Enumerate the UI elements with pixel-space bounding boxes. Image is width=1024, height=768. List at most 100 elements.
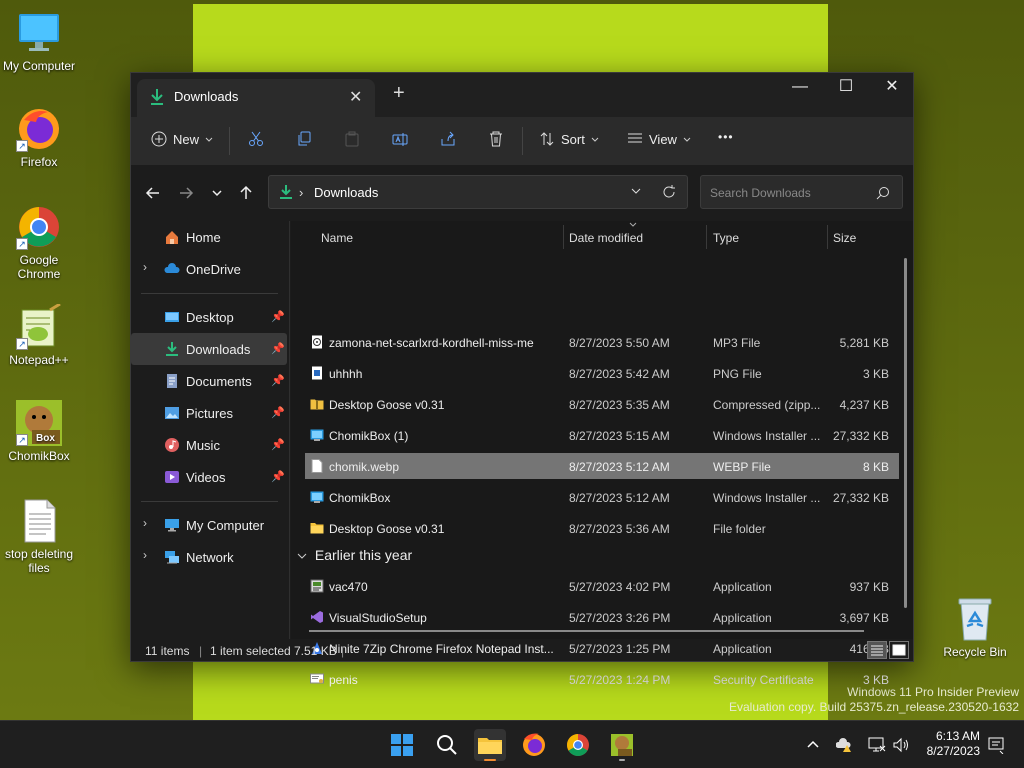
delete-button[interactable]	[488, 131, 504, 147]
column-resize-handle[interactable]	[706, 225, 707, 249]
video-icon	[165, 471, 179, 483]
sidebar-item-desktop[interactable]: Desktop 📌	[131, 301, 287, 333]
rename-button[interactable]	[392, 131, 408, 147]
desktop-icon-chomikbox[interactable]: Box ↗ ChomikBox	[1, 400, 77, 463]
desktop-icon-my-computer[interactable]: My Computer	[1, 10, 77, 73]
item-count: 11 items	[145, 644, 190, 658]
title-bar[interactable]: Downloads ✕ + — ☐ ✕	[131, 73, 913, 117]
file-row[interactable]: VisualStudioSetup 5/27/2023 3:26 PM Applic…	[305, 604, 899, 630]
pin-icon: 📌	[271, 407, 285, 419]
paste-button[interactable]	[344, 131, 360, 147]
copy-button[interactable]	[296, 131, 312, 147]
new-tab-button[interactable]: +	[393, 83, 405, 103]
refresh-icon[interactable]	[661, 184, 677, 200]
chevron-right-icon[interactable]: ›	[143, 260, 147, 274]
recent-locations-chevron-icon[interactable]	[207, 183, 227, 203]
network-status-icon[interactable]	[868, 737, 886, 753]
horizontal-scrollbar[interactable]	[309, 630, 864, 632]
file-row[interactable]: ChomikBox 8/27/2023 5:12 AM Windows Instal…	[305, 484, 899, 510]
share-button[interactable]	[440, 131, 456, 147]
chevron-right-icon[interactable]: ›	[143, 516, 147, 530]
column-header-type[interactable]: Type	[713, 231, 739, 245]
onedrive-warning-icon[interactable]	[836, 737, 854, 753]
file-row[interactable]: uhhhh 8/27/2023 5:42 AM PNG File 3 KB	[305, 360, 899, 386]
file-type: MP3 File	[713, 336, 761, 350]
network-icon	[165, 551, 179, 564]
sort-button[interactable]: Sort	[539, 131, 599, 147]
up-arrow-icon[interactable]	[236, 183, 256, 203]
file-row[interactable]: Desktop Goose v0.31 8/27/2023 5:35 AM Comp…	[305, 391, 899, 417]
rename-icon	[392, 133, 408, 146]
file-row[interactable]: chomik.webp 8/27/2023 5:12 AM WEBP File 8 K…	[305, 453, 899, 479]
file-name: Desktop Goose v0.31	[329, 398, 445, 412]
chevron-right-icon[interactable]: ›	[143, 548, 147, 562]
desktop-icon-label: My Computer	[2, 59, 76, 73]
sidebar-item-downloads[interactable]: Downloads 📌	[131, 333, 287, 365]
search-box[interactable]: Search Downloads	[700, 175, 903, 209]
desktop-icon-recycle-bin[interactable]: Recycle Bin	[937, 596, 1013, 659]
tab-close-button[interactable]: ✕	[349, 87, 362, 107]
column-resize-handle[interactable]	[563, 225, 564, 249]
volume-icon[interactable]	[892, 737, 910, 753]
tab-downloads[interactable]: Downloads ✕	[137, 79, 375, 117]
show-hidden-icons-chevron-icon[interactable]	[805, 737, 821, 753]
sidebar-item-music[interactable]: Music 📌	[131, 429, 287, 461]
file-row[interactable]: penis 5/27/2023 1:24 PM Security Certifica…	[305, 666, 899, 692]
file-row[interactable]: zamona-net-scarlxrd-kordhell-miss-me 8/27…	[305, 329, 899, 355]
taskbar-search-button[interactable]	[430, 729, 462, 761]
large-icons-view-icon	[892, 644, 906, 656]
sidebar-item-label: Desktop	[186, 310, 234, 325]
file-row[interactable]: Desktop Goose v0.31 8/27/2023 5:36 AM File…	[305, 515, 899, 541]
cut-button[interactable]	[248, 131, 264, 147]
sidebar-item-videos[interactable]: Videos 📌	[131, 461, 287, 493]
taskbar-file-explorer[interactable]	[474, 729, 506, 761]
forward-arrow-icon[interactable]	[176, 183, 196, 203]
large-icons-view-button[interactable]	[889, 641, 909, 659]
vertical-scrollbar[interactable]	[904, 258, 907, 608]
sidebar-item-pictures[interactable]: Pictures 📌	[131, 397, 287, 429]
desktop-icon-label: stop deleting files	[4, 547, 74, 575]
file-size: 27,332 KB	[832, 491, 889, 505]
details-view-button[interactable]	[867, 641, 887, 659]
notifications-icon[interactable]	[988, 736, 1006, 754]
chevron-down-icon[interactable]	[629, 184, 643, 198]
shortcut-arrow-icon: ↗	[16, 434, 28, 446]
desktop-icon-firefox[interactable]: ↗ Firefox	[1, 106, 77, 169]
file-type: Security Certificate	[713, 673, 814, 687]
sidebar-item-documents[interactable]: Documents 📌	[131, 365, 287, 397]
file-size: 3 KB	[862, 673, 889, 687]
breadcrumb-downloads[interactable]: Downloads	[314, 185, 378, 200]
firefox-icon	[523, 733, 545, 756]
pane-divider[interactable]	[289, 221, 290, 639]
column-header-size[interactable]: Size	[833, 231, 856, 245]
column-header-date[interactable]: Date modified	[569, 231, 643, 245]
view-button[interactable]: View	[627, 131, 691, 147]
maximize-button[interactable]: ☐	[823, 73, 869, 103]
address-bar[interactable]: › Downloads	[268, 175, 688, 209]
minimize-button[interactable]: —	[777, 73, 823, 103]
group-header-earlier-this-year[interactable]: Earlier this year	[297, 547, 412, 563]
taskbar-chomikbox[interactable]	[606, 729, 638, 761]
desktop-icon-label: Google Chrome	[17, 253, 61, 281]
start-button[interactable]	[386, 729, 418, 761]
column-resize-handle[interactable]	[827, 225, 828, 249]
new-button[interactable]: New	[151, 131, 213, 147]
breadcrumb-separator[interactable]: ›	[299, 185, 303, 200]
see-more-button[interactable]: •••	[718, 130, 734, 144]
close-window-button[interactable]: ✕	[869, 73, 915, 103]
file-size: 937 KB	[849, 580, 889, 594]
desktop-icon-chrome[interactable]: ↗ Google Chrome	[1, 204, 77, 281]
taskbar-firefox[interactable]	[518, 729, 550, 761]
taskbar-clock[interactable]: 6:13 AM 8/27/2023	[916, 729, 980, 759]
sidebar-item-my-computer[interactable]: › My Computer	[131, 509, 287, 541]
desktop-icon-text-file[interactable]: stop deleting files	[1, 498, 77, 575]
sidebar-item-home[interactable]: Home	[131, 221, 287, 253]
sidebar-item-onedrive[interactable]: › OneDrive	[131, 253, 287, 285]
column-header-name[interactable]: Name	[321, 231, 353, 245]
sidebar-item-network[interactable]: › Network	[131, 541, 287, 573]
taskbar-chrome[interactable]	[562, 729, 594, 761]
file-row[interactable]: ChomikBox (1) 8/27/2023 5:15 AM Windows In…	[305, 422, 899, 448]
back-arrow-icon[interactable]	[143, 183, 163, 203]
file-row[interactable]: vac470 5/27/2023 4:02 PM Application 937 KB	[305, 573, 899, 599]
desktop-icon-notepadpp[interactable]: ↗ Notepad++	[1, 302, 77, 367]
